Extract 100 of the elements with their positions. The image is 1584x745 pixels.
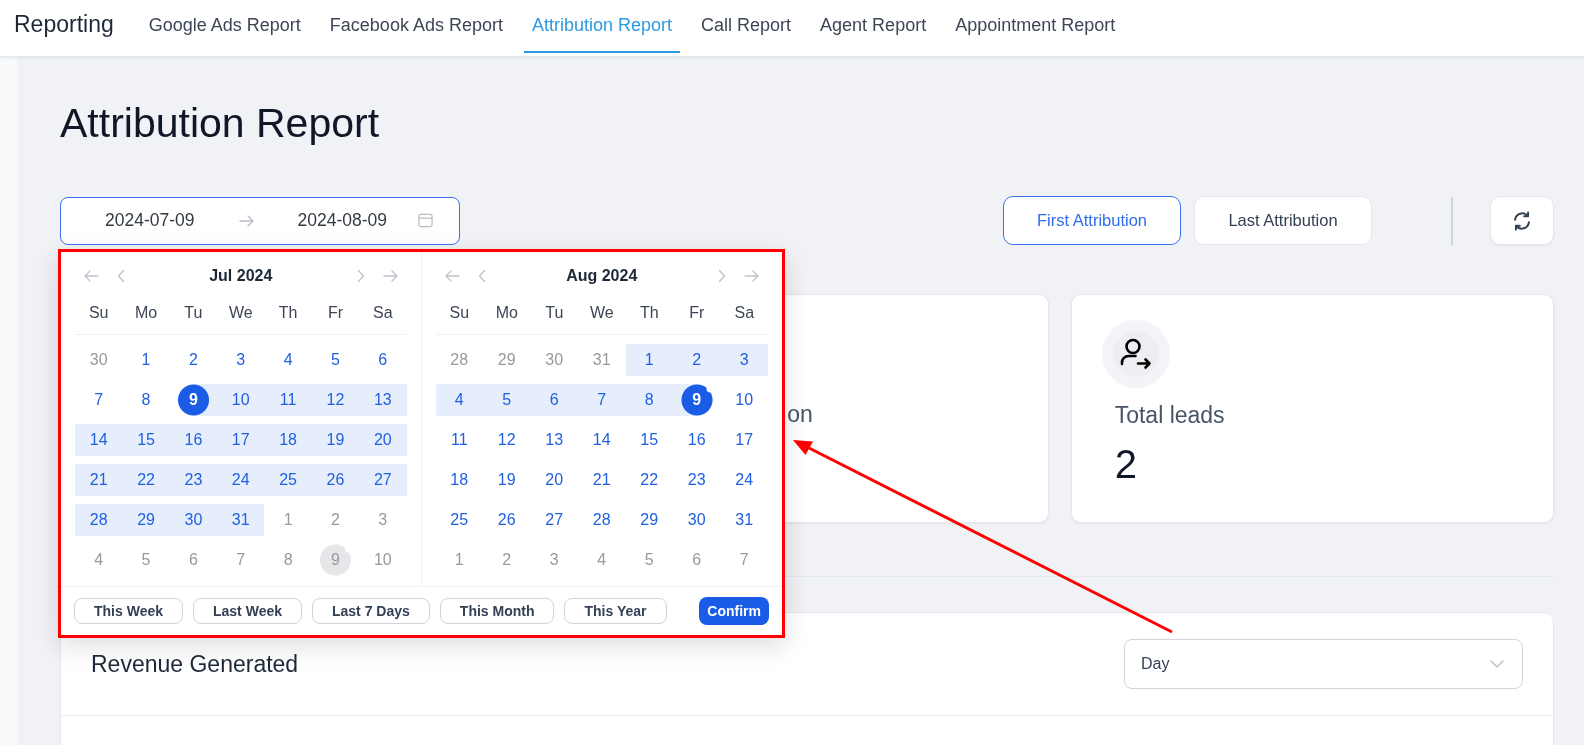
calendar-day[interactable]: 15 bbox=[122, 423, 170, 456]
calendar-day[interactable]: 8 bbox=[625, 383, 673, 416]
calendar-day[interactable]: 5 bbox=[483, 383, 531, 416]
calendar-day[interactable]: 5 bbox=[311, 343, 360, 376]
refresh-button[interactable] bbox=[1490, 196, 1554, 245]
calendar-day[interactable]: 6 bbox=[530, 383, 578, 416]
calendar-day[interactable]: 8 bbox=[122, 383, 170, 416]
calendar-day[interactable]: 14 bbox=[75, 423, 123, 456]
calendar-day[interactable]: 20 bbox=[359, 423, 407, 456]
calendar-day[interactable]: 2 bbox=[673, 343, 721, 376]
nav-tab[interactable]: Attribution Report bbox=[523, 0, 681, 53]
calendar-day[interactable]: 2 bbox=[311, 503, 360, 536]
attribution-toggle-button[interactable]: Last Attribution bbox=[1194, 196, 1372, 245]
calendar-day[interactable]: 10 bbox=[217, 383, 265, 416]
calendar-day[interactable]: 26 bbox=[311, 463, 360, 496]
calendar-day[interactable]: 21 bbox=[75, 463, 123, 496]
calendar-day[interactable]: 28 bbox=[75, 503, 123, 536]
date-range-field[interactable]: 2024-07-09 2024-08-09 bbox=[60, 196, 460, 245]
calendar-day[interactable]: 2 bbox=[483, 543, 531, 576]
preset-button[interactable]: Last 7 Days bbox=[312, 597, 430, 624]
nav-tab[interactable]: Agent Report bbox=[812, 0, 935, 53]
nav-tab[interactable]: Facebook Ads Report bbox=[321, 0, 511, 53]
calendar-day[interactable]: 28 bbox=[578, 503, 626, 536]
calendar-day[interactable]: 22 bbox=[122, 463, 170, 496]
calendar-day[interactable]: 10 bbox=[359, 543, 407, 576]
calendar-day[interactable]: 13 bbox=[359, 383, 407, 416]
calendar-day[interactable]: 18 bbox=[435, 463, 483, 496]
nav-tab[interactable]: Appointment Report bbox=[947, 0, 1124, 53]
calendar-day[interactable]: 1 bbox=[625, 343, 673, 376]
calendar-day[interactable]: 24 bbox=[720, 463, 768, 496]
calendar-day[interactable]: 31 bbox=[217, 503, 265, 536]
calendar-day[interactable]: 3 bbox=[530, 543, 578, 576]
calendar-day[interactable]: 31 bbox=[578, 343, 626, 376]
calendar-day[interactable]: 11 bbox=[264, 383, 312, 416]
calendar-day[interactable]: 30 bbox=[673, 503, 721, 536]
preset-button[interactable]: This Month bbox=[439, 597, 555, 624]
calendar-day[interactable]: 7 bbox=[720, 543, 768, 576]
calendar-day[interactable]: 3 bbox=[217, 343, 265, 376]
calendar-day[interactable]: 27 bbox=[530, 503, 578, 536]
calendar-day[interactable]: 3 bbox=[720, 343, 768, 376]
preset-button[interactable]: This Week bbox=[74, 597, 183, 624]
chevron-left-icon[interactable] bbox=[477, 268, 486, 283]
calendar-day[interactable]: 14 bbox=[578, 423, 626, 456]
calendar-day[interactable]: 29 bbox=[625, 503, 673, 536]
calendar-day[interactable]: 11 bbox=[435, 423, 483, 456]
calendar-day[interactable]: 4 bbox=[264, 343, 312, 376]
calendar-day[interactable]: 12 bbox=[483, 423, 531, 456]
calendar-day[interactable]: 1 bbox=[122, 343, 170, 376]
chevron-right-icon[interactable] bbox=[356, 268, 365, 283]
calendar-day[interactable]: 5 bbox=[625, 543, 673, 576]
calendar-day[interactable]: 21 bbox=[578, 463, 626, 496]
calendar-day[interactable]: 25 bbox=[264, 463, 312, 496]
calendar-day[interactable]: 10 bbox=[720, 383, 768, 416]
calendar-day[interactable]: 23 bbox=[169, 463, 218, 496]
calendar-day[interactable]: 7 bbox=[75, 383, 123, 416]
preset-button[interactable]: This Year bbox=[564, 597, 667, 624]
calendar-day[interactable]: 4 bbox=[435, 383, 483, 416]
calendar-day[interactable]: 13 bbox=[530, 423, 578, 456]
calendar-day[interactable]: 23 bbox=[673, 463, 721, 496]
calendar-day[interactable]: 12 bbox=[311, 383, 360, 416]
calendar-day[interactable]: 18 bbox=[264, 423, 312, 456]
calendar-day[interactable]: 1 bbox=[264, 503, 312, 536]
calendar-day[interactable]: 5 bbox=[122, 543, 170, 576]
calendar-day[interactable]: 22 bbox=[625, 463, 673, 496]
nav-tab[interactable]: Google Ads Report bbox=[140, 0, 309, 53]
calendar-day[interactable]: 17 bbox=[217, 423, 265, 456]
calendar-day[interactable]: 19 bbox=[311, 423, 360, 456]
calendar-day[interactable]: 6 bbox=[673, 543, 721, 576]
calendar-day[interactable]: 26 bbox=[483, 503, 531, 536]
calendar-day[interactable]: 30 bbox=[530, 343, 578, 376]
calendar-day[interactable]: 7 bbox=[217, 543, 265, 576]
calendar-day[interactable]: 7 bbox=[578, 383, 626, 416]
calendar-day[interactable]: 4 bbox=[578, 543, 626, 576]
calendar-day[interactable]: 1 bbox=[435, 543, 483, 576]
calendar-day[interactable]: 29 bbox=[483, 343, 531, 376]
calendar-day[interactable]: 4 bbox=[75, 543, 123, 576]
calendar-day[interactable]: 25 bbox=[435, 503, 483, 536]
calendar-day[interactable]: 24 bbox=[217, 463, 265, 496]
calendar-day[interactable]: 16 bbox=[169, 423, 218, 456]
chevron-right-icon[interactable] bbox=[718, 268, 726, 283]
calendar-day[interactable]: 8 bbox=[264, 543, 312, 576]
calendar-day[interactable]: 30 bbox=[75, 343, 123, 376]
calendar-day[interactable]: 19 bbox=[483, 463, 531, 496]
calendar-day[interactable]: 15 bbox=[625, 423, 673, 456]
calendar-day[interactable]: 28 bbox=[435, 343, 483, 376]
calendar-day[interactable]: 2 bbox=[169, 343, 218, 376]
calendar-day[interactable]: 3 bbox=[359, 503, 407, 536]
calendar-day[interactable]: 29 bbox=[122, 503, 170, 536]
chevron-left-icon[interactable] bbox=[117, 268, 125, 283]
calendar-day[interactable]: 6 bbox=[359, 343, 407, 376]
preset-button[interactable]: Last Week bbox=[193, 597, 302, 624]
calendar-day[interactable]: 20 bbox=[530, 463, 578, 496]
calendar-day[interactable]: 30 bbox=[169, 503, 218, 536]
calendar-day[interactable]: 27 bbox=[359, 463, 407, 496]
calendar-day[interactable]: 16 bbox=[673, 423, 721, 456]
calendar-day[interactable]: 6 bbox=[169, 543, 218, 576]
confirm-button[interactable]: Confirm bbox=[699, 596, 769, 625]
attribution-toggle-button[interactable]: First Attribution bbox=[1003, 196, 1181, 245]
nav-tab[interactable]: Call Report bbox=[693, 0, 800, 53]
period-dropdown[interactable]: Day bbox=[1124, 639, 1523, 689]
